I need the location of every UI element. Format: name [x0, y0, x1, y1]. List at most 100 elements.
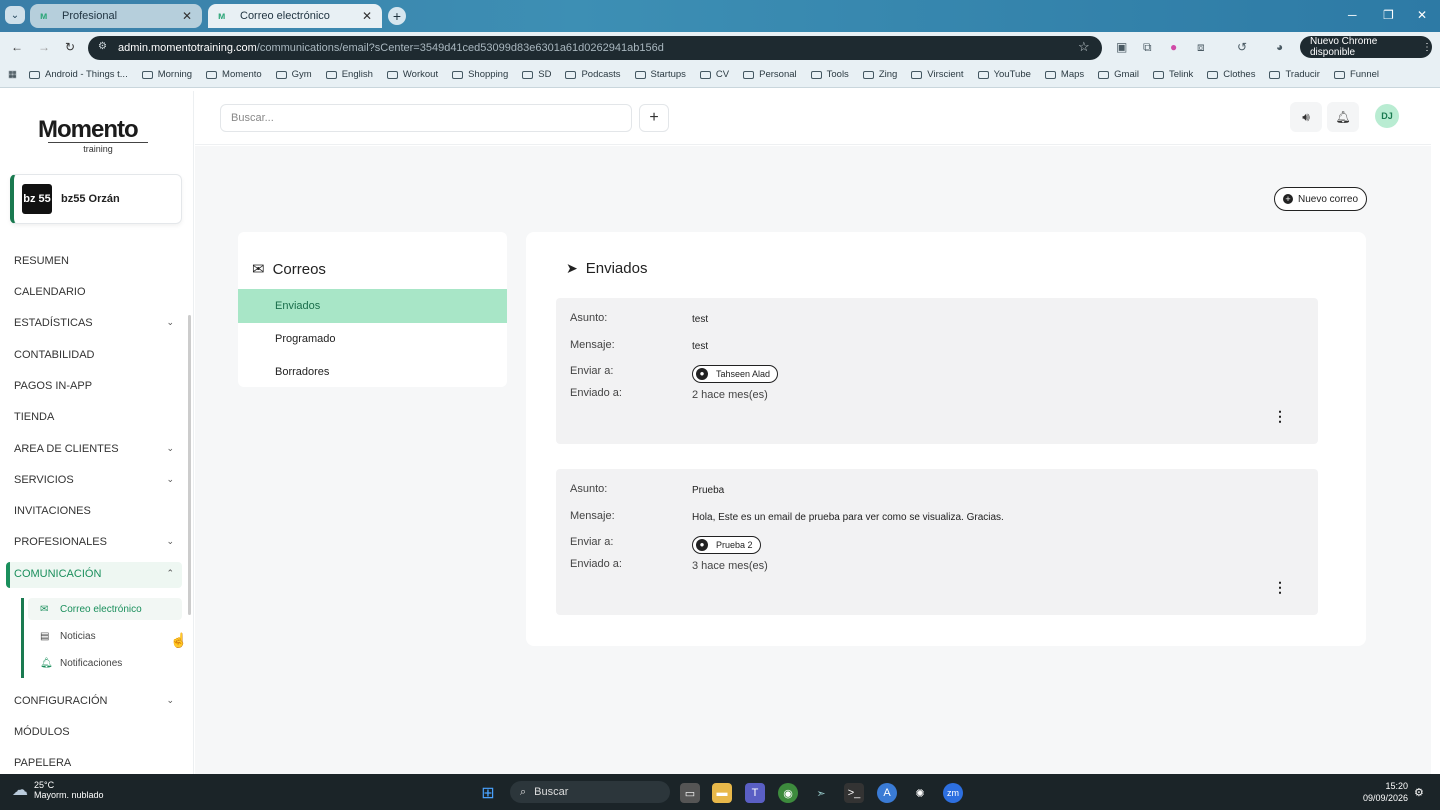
- tab-label: Correo electrónico: [240, 10, 330, 22]
- back-icon[interactable]: ←: [11, 40, 23, 54]
- bookmark-item[interactable]: CV: [699, 69, 729, 80]
- terminal-icon[interactable]: >_: [844, 783, 864, 803]
- sidebar-item[interactable]: TIENDA: [14, 411, 174, 423]
- file-explorer-icon[interactable]: ▬: [712, 783, 732, 803]
- folder-scheduled[interactable]: Programado: [238, 322, 507, 356]
- submenu-item-email[interactable]: ✉ Correo electrónico: [40, 604, 142, 615]
- bookmark-item[interactable]: Workout: [386, 69, 438, 80]
- search-input[interactable]: Buscar...: [220, 104, 632, 132]
- screenshot-extension-icon[interactable]: ▣: [1116, 40, 1127, 54]
- taskbar-search[interactable]: ⌕ Buscar: [510, 781, 670, 803]
- bell-icon[interactable]: 🔔︎: [1327, 102, 1359, 132]
- translate-extension-icon[interactable]: ⧉: [1143, 40, 1152, 55]
- forward-icon[interactable]: →: [38, 40, 50, 54]
- extensions-puzzle-icon[interactable]: ⧈: [1197, 40, 1205, 55]
- bookmark-item[interactable]: Podcasts: [565, 69, 621, 80]
- sidebar-item[interactable]: INVITACIONES: [14, 505, 174, 517]
- bookmark-item[interactable]: Gmail: [1098, 69, 1139, 80]
- apps-grid-icon[interactable]: ▦: [8, 69, 17, 80]
- extension-icon[interactable]: ●: [1170, 40, 1177, 54]
- bookmark-item[interactable]: English: [325, 69, 373, 80]
- paper-plane-icon: ➤: [566, 260, 578, 276]
- tab-profesional[interactable]: ᴍ Profesional ✕: [30, 4, 202, 28]
- chrome-update-button[interactable]: Nuevo Chrome disponible ⋮: [1300, 36, 1432, 58]
- bookmark-item[interactable]: Android - Things t...: [28, 69, 128, 80]
- bookmark-item[interactable]: Traducir: [1269, 69, 1320, 80]
- profile-icon[interactable]: ◕: [1276, 40, 1283, 54]
- bookmark-item[interactable]: Maps: [1044, 69, 1084, 80]
- speaker-icon[interactable]: 🔊︎: [1290, 102, 1322, 132]
- app-store-icon[interactable]: A: [877, 783, 897, 803]
- bookmark-item[interactable]: Telink: [1152, 69, 1193, 80]
- close-tab-icon[interactable]: ✕: [182, 9, 192, 23]
- bookmark-item[interactable]: Gym: [275, 69, 312, 80]
- sidebar-item-label: CALENDARIO: [14, 286, 86, 298]
- steam-icon[interactable]: ➣: [811, 783, 831, 803]
- center-avatar: bz 55: [22, 184, 52, 214]
- bookmark-item[interactable]: Personal: [743, 69, 797, 80]
- new-tab-button[interactable]: +: [388, 7, 406, 25]
- recipient-chip[interactable]: ● Tahseen Alad: [692, 365, 779, 383]
- bookmark-item[interactable]: Funnel: [1333, 69, 1379, 80]
- sidebar-item[interactable]: MÓDULOS: [14, 726, 174, 738]
- sidebar-item[interactable]: RESUMEN: [14, 255, 174, 267]
- email-card[interactable]: Asunto: test Mensaje: test Enviar a: ● Ta…: [556, 298, 1318, 444]
- bookmark-item[interactable]: YouTube: [977, 69, 1031, 80]
- bookmark-item[interactable]: Tools: [810, 69, 849, 80]
- bookmark-star-icon[interactable]: ☆: [1078, 39, 1090, 55]
- system-clock[interactable]: 15:20 09/09/2026: [1358, 780, 1408, 804]
- bookmark-item[interactable]: Momento: [206, 69, 262, 80]
- sidebar-item[interactable]: ESTADÍSTICAS ⌄: [14, 317, 174, 329]
- folder-drafts[interactable]: Borradores: [238, 355, 507, 389]
- sidebar-item[interactable]: COMUNICACIÓN ⌃: [14, 568, 174, 580]
- sidebar-scrollbar[interactable]: [188, 315, 191, 615]
- more-options-icon[interactable]: ⋮: [1273, 408, 1287, 425]
- envelope-icon: ✉: [40, 604, 49, 615]
- bookmark-item[interactable]: Virscient: [911, 69, 964, 80]
- sidebar-item[interactable]: SERVICIOS ⌄: [14, 474, 174, 486]
- task-view-icon[interactable]: ▭: [680, 783, 700, 803]
- address-bar[interactable]: admin.momentotraining.com/communications…: [88, 36, 1102, 60]
- site-info-icon[interactable]: ⚙: [98, 41, 107, 52]
- recipient-chip[interactable]: ● Prueba 2: [692, 536, 761, 554]
- new-email-button[interactable]: + Nuevo correo: [1274, 187, 1367, 211]
- chatgpt-icon[interactable]: ✺: [910, 783, 930, 803]
- zoom-icon[interactable]: zm: [943, 783, 963, 803]
- weather-widget[interactable]: ☁ 25°C Mayorm. nublado: [12, 780, 104, 800]
- teams-icon[interactable]: T: [745, 783, 765, 803]
- history-icon[interactable]: ↺: [1237, 40, 1247, 54]
- bookmark-item[interactable]: Shopping: [452, 69, 508, 80]
- notification-center-icon[interactable]: ⚙: [1414, 786, 1424, 799]
- sidebar-item[interactable]: AREA DE CLIENTES ⌄: [14, 443, 174, 455]
- submenu-item-news[interactable]: ▤ Noticias: [40, 631, 96, 642]
- quick-add-button[interactable]: +: [639, 104, 669, 132]
- more-options-icon[interactable]: ⋮: [1273, 579, 1287, 596]
- chrome-icon[interactable]: ◉: [778, 783, 798, 803]
- user-avatar[interactable]: DJ: [1375, 104, 1399, 128]
- center-selector[interactable]: bz 55 bz55 Orzán: [10, 174, 182, 224]
- bookmark-item[interactable]: SD: [522, 69, 551, 80]
- submenu-item-notifications[interactable]: 🔔︎ Notificaciones: [40, 658, 122, 669]
- sidebar-item[interactable]: PAGOS IN-APP: [14, 380, 174, 392]
- close-window-icon[interactable]: ✕: [1417, 8, 1427, 22]
- close-tab-icon[interactable]: ✕: [362, 9, 372, 23]
- minimize-icon[interactable]: ─: [1348, 8, 1357, 22]
- sidebar-item[interactable]: PAPELERA: [14, 757, 174, 769]
- reload-icon[interactable]: ↻: [65, 40, 75, 54]
- email-card[interactable]: Asunto: Prueba Mensaje: Hola, Este es un…: [556, 469, 1318, 615]
- sent-at-label: Enviado a:: [570, 387, 622, 399]
- bookmark-item[interactable]: Startups: [634, 69, 686, 80]
- sidebar-item[interactable]: CALENDARIO: [14, 286, 174, 298]
- windows-start-icon[interactable]: ⊞: [478, 783, 498, 803]
- folder-sent[interactable]: Enviados: [238, 289, 507, 323]
- tab-label: Profesional: [62, 10, 118, 22]
- tab-search-button[interactable]: ⌄: [5, 6, 25, 24]
- sidebar-item[interactable]: PROFESIONALES ⌄: [14, 536, 174, 548]
- sidebar-item[interactable]: CONTABILIDAD: [14, 349, 174, 361]
- tab-correo[interactable]: ᴍ Correo electrónico ✕: [208, 4, 382, 28]
- bookmark-item[interactable]: Zing: [862, 69, 897, 80]
- bookmark-item[interactable]: Morning: [141, 69, 192, 80]
- restore-icon[interactable]: ❐: [1383, 8, 1394, 22]
- sidebar-item[interactable]: CONFIGURACIÓN ⌄: [14, 695, 174, 707]
- bookmark-item[interactable]: Clothes: [1207, 69, 1255, 80]
